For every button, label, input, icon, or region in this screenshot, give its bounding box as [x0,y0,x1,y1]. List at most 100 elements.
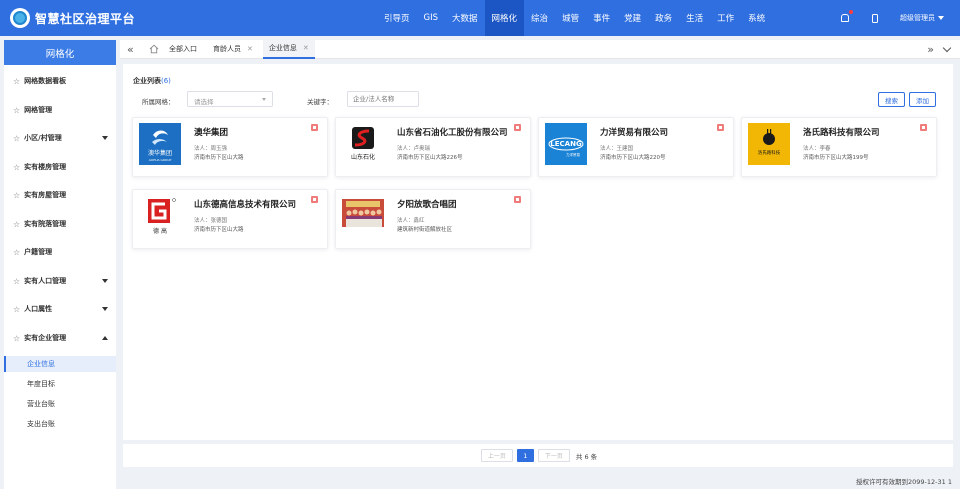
double-chevron-right-icon[interactable]: » [927,43,934,56]
sidebar-item-population-attr[interactable]: ☆ 人口属性 [4,300,116,318]
company-address: 建筑新村街道解放社区 [397,227,453,233]
page-number-1[interactable]: 1 [516,449,534,462]
company-legal: 法人：周玉强 [194,146,228,152]
caret-down-icon [262,98,266,101]
star-icon: ☆ [13,76,21,86]
logo-text: LECANG [550,140,582,148]
sidebar-item-population[interactable]: ☆ 实有人口管理 [4,272,116,290]
nav-item-grid[interactable]: 网格化 [484,0,525,36]
nav-item-gis[interactable]: GIS [417,0,446,36]
nav-item-system[interactable]: 系统 [741,0,772,36]
sidebar-item-enterprise[interactable]: ☆ 实有企业管理 [4,329,116,347]
grid-select[interactable]: 请选择 [187,91,273,107]
sidebar-sub-business-ledger[interactable]: 营业台账 [4,396,116,412]
company-logo: 山东石化 [342,123,384,165]
company-logo: 澳华集团 AOHUA GROUP [139,123,181,165]
company-legal: 法人：李春 [803,146,831,152]
logo-text: 德 高 [153,227,167,235]
sidebar-sub-annual-goals[interactable]: 年度目标 [4,376,116,392]
sidebar-item-houses[interactable]: ☆ 实有房屋管理 [4,186,116,204]
nav-item-comprehensive[interactable]: 综治 [524,0,555,36]
user-name[interactable]: 超级管理员 [900,13,935,23]
nav-item-urban[interactable]: 城管 [555,0,586,36]
list-title: 企业列表(6) [133,77,171,85]
logo-text: AOHUA GROUP [149,158,172,162]
company-card[interactable]: 德 高 山东德高信息技术有限公司 法人：张德国 济南市历下区山大路 [132,189,328,249]
license-notice: 授权许可有效期到2099-12-31 1 [856,478,952,486]
sidebar-item-courtyards[interactable]: ☆ 实有院落管理 [4,215,116,233]
tab-all-entries[interactable]: 全部入口 [163,40,203,59]
company-logo: 德 高 [139,195,181,237]
delete-icon[interactable] [717,124,724,131]
star-icon: ☆ [13,190,21,200]
company-address: 济南市历下区山大路 [194,227,244,233]
company-address: 济南市历下区山大路 [194,155,244,161]
sidebar-sub-expense-ledger[interactable]: 支出台账 [4,416,116,432]
company-card[interactable]: 夕阳放歌合唱团 法人：鑫红 建筑新村街道解放社区 [335,189,531,249]
company-address: 济南市历下区山大路226号 [397,155,463,161]
add-button[interactable]: 添加 [909,92,936,107]
tab-childbearing[interactable]: 育龄人员 ✕ [207,40,259,59]
keyword-label: 关键字： [307,98,333,106]
close-icon[interactable]: ✕ [303,44,309,52]
sidebar-item-household[interactable]: ☆ 户籍管理 [4,243,116,261]
logo-text: 洛氏路科技 [758,149,781,156]
nav-item-government[interactable]: 政务 [648,0,679,36]
home-icon[interactable] [149,44,159,54]
app-logo [10,8,30,28]
caret-down-icon [102,136,108,140]
sidebar-item-dashboard[interactable]: ☆ 网格数据看板 [4,72,116,90]
sidebar-item-community[interactable]: ☆ 小区/村管理 [4,129,116,147]
company-card[interactable]: LECANG 力洋贸易 力洋贸易有限公司 法人：王建国 济南市历下区山大路220… [538,117,734,177]
nav-item-party[interactable]: 党建 [617,0,648,36]
nav-item-work[interactable]: 工作 [710,0,741,36]
company-legal: 法人：鑫红 [397,218,425,224]
header-actions: 超级管理员 [840,0,960,36]
nav-item-events[interactable]: 事件 [586,0,617,36]
sidebar-item-grid-manage[interactable]: ☆ 网格管理 [4,101,116,119]
caret-up-icon [102,336,108,340]
company-address: 济南市历下区山大路199号 [803,155,869,161]
star-icon: ☆ [13,247,21,257]
tab-enterprise-info[interactable]: 企业信息 ✕ [262,39,315,59]
company-address: 济南市历下区山大路220号 [600,155,666,161]
delete-icon[interactable] [514,196,521,203]
next-page-button[interactable]: 下一页 [537,449,570,462]
sidebar: 网格化 ☆ 网格数据看板 ☆ 网格管理 ☆ 小区/村管理 ☆ 实有楼房管理 ☆ 实有房屋管… [4,40,116,489]
nav-item-life[interactable]: 生活 [679,0,710,36]
sidebar-item-buildings[interactable]: ☆ 实有楼房管理 [4,158,116,176]
top-header: 智慧社区治理平台 引导页 GIS 大数据 网格化 综治 城管 事件 党建 政务 … [0,0,960,36]
star-icon: ☆ [13,219,21,229]
company-name: 力洋贸易有限公司 [600,128,669,138]
company-card[interactable]: 洛氏路科技 洛氏路科技有限公司 法人：李春 济南市历下区山大路199号 [741,117,937,177]
nav-item-guide[interactable]: 引导页 [377,0,417,36]
delete-icon[interactable] [311,124,318,131]
caret-down-icon [102,307,108,311]
search-button[interactable]: 搜索 [878,92,905,107]
close-icon[interactable]: ✕ [247,45,253,53]
double-chevron-left-icon[interactable]: « [127,43,139,56]
star-icon: ☆ [13,304,21,314]
company-name: 洛氏路科技有限公司 [803,128,880,138]
chevron-down-icon[interactable] [942,43,952,53]
company-legal: 法人：张德国 [194,218,228,224]
prev-page-button[interactable]: 上一页 [480,449,513,462]
company-logo: 洛氏路科技 [748,123,790,165]
keyword-input[interactable] [347,91,419,107]
star-icon: ☆ [13,276,21,286]
nav-item-bigdata[interactable]: 大数据 [445,0,485,36]
grid-filter-label: 所属网格： [142,98,175,106]
company-card[interactable]: 澳华集团 AOHUA GROUP 澳华集团 法人：周玉强 济南市历下区山大路 [132,117,328,177]
delete-icon[interactable] [920,124,927,131]
company-card[interactable]: 山东石化 山东省石油化工股份有限公司 法人：卢奥瑞 济南市历下区山大路226号 [335,117,531,177]
sidebar-sub-enterprise-info[interactable]: 企业信息 [4,356,116,372]
bell-icon[interactable] [840,10,853,23]
logo-text: 澳华集团 [148,149,172,157]
delete-icon[interactable] [514,124,521,131]
star-icon: ☆ [13,133,21,143]
pagination: 上一页 1 下一页 共 6 条 [123,444,953,467]
caret-down-icon[interactable] [938,16,944,20]
star-icon: ☆ [13,105,21,115]
phone-icon[interactable] [870,13,880,23]
delete-icon[interactable] [311,196,318,203]
